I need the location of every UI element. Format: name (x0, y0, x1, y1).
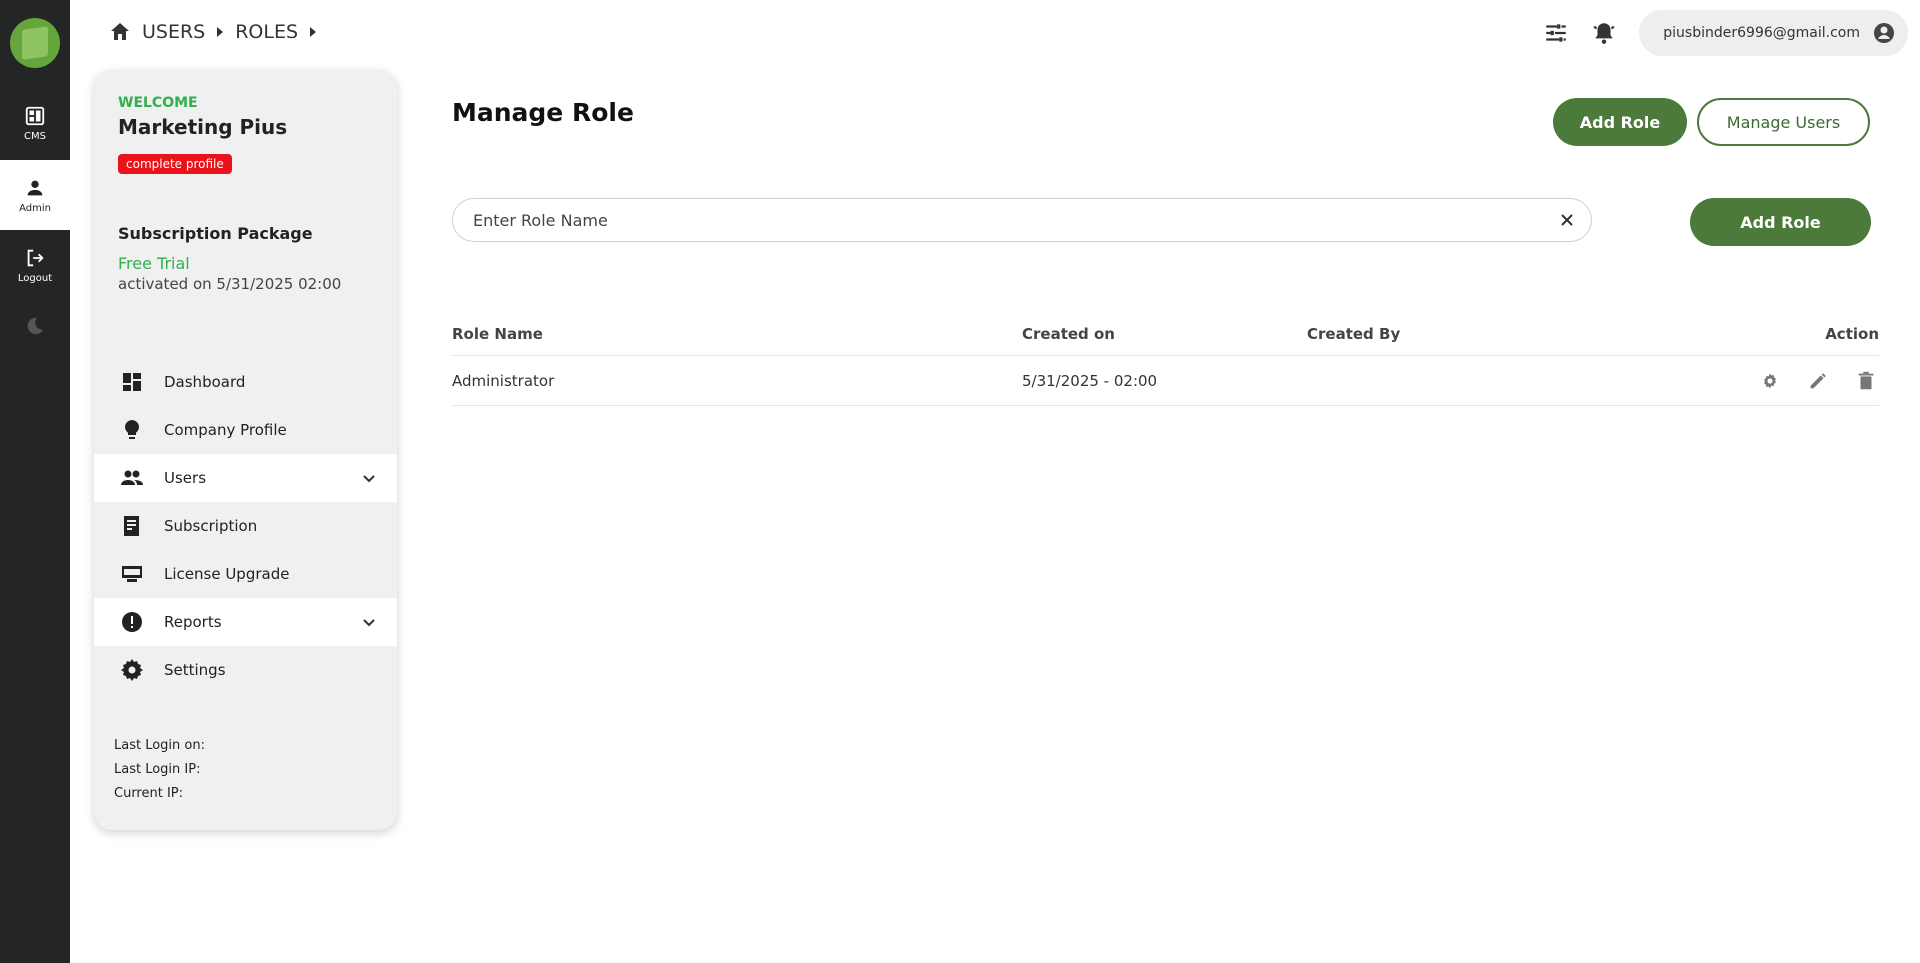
logout-icon (27, 249, 44, 266)
chevron-down-icon[interactable] (361, 615, 377, 631)
subscription-plan: Free Trial (118, 254, 190, 273)
cms-icon (25, 106, 45, 125)
home-icon[interactable] (108, 20, 132, 44)
account-menu[interactable]: piusbinder6996@gmail.com (1639, 10, 1908, 56)
complete-profile-badge[interactable]: complete profile (118, 154, 232, 174)
chevron-right-icon (310, 27, 317, 37)
add-role-submit-button[interactable]: Add Role (1690, 198, 1871, 246)
sidebar-panel: WELCOME Marketing Pius complete profile … (94, 70, 397, 830)
notification-bell-icon[interactable] (1591, 20, 1617, 46)
sidebar-item-reports[interactable]: Reports (94, 598, 397, 646)
sidebar-item-subscription[interactable]: Subscription (94, 502, 397, 550)
breadcrumb: USERS ROLES (108, 20, 328, 44)
receipt-icon (124, 516, 139, 536)
sidebar-item-users[interactable]: Users (94, 454, 397, 502)
top-right-controls: piusbinder6996@gmail.com (1543, 10, 1908, 56)
sliders-icon[interactable] (1543, 20, 1569, 46)
subscription-title: Subscription Package (118, 224, 313, 243)
add-role-button[interactable]: Add Role (1553, 98, 1687, 146)
cell-created-on: 5/31/2025 - 02:00 (1022, 371, 1158, 390)
breadcrumb-roles[interactable]: ROLES (235, 21, 298, 43)
row-actions (1707, 370, 1879, 392)
rail-label-cms: CMS (24, 130, 46, 142)
current-ip: Current IP: (114, 786, 184, 801)
rail-item-admin[interactable]: Admin (0, 160, 70, 230)
sidebar-item-license-upgrade[interactable]: License Upgrade (94, 550, 397, 598)
top-bar: USERS ROLES piusbinder6996@gmail.com (70, 0, 1920, 66)
subscription-activated: activated on 5/31/2025 02:00 (118, 275, 342, 293)
cell-role-name: Administrator (452, 371, 555, 390)
gear-icon[interactable] (1759, 370, 1781, 392)
app-logo[interactable] (10, 18, 60, 68)
login-info: Last Login on: Last Login IP: Current IP… (114, 734, 205, 806)
page-title: Manage Role (452, 98, 634, 127)
dashboard-icon (123, 373, 141, 391)
role-name-search (452, 198, 1592, 242)
sidebar-menu: Dashboard Company Profile Users Subscrip… (94, 358, 397, 694)
gear-icon (121, 659, 143, 681)
app-rail: CMS Admin Logout (0, 0, 70, 963)
sidebar-item-label: License Upgrade (164, 565, 290, 583)
person-icon (27, 180, 43, 195)
header-role-name: Role Name (452, 324, 543, 343)
table-row: Administrator 5/31/2025 - 02:00 (452, 356, 1879, 406)
account-email: piusbinder6996@gmail.com (1663, 25, 1860, 41)
user-name: Marketing Pius (118, 115, 288, 139)
chevron-right-icon (217, 27, 224, 37)
table-header: Role Name Created on Created By Action (452, 312, 1879, 356)
sidebar-item-label: Reports (164, 613, 222, 631)
moon-icon[interactable] (24, 315, 46, 337)
sidebar-item-settings[interactable]: Settings (94, 646, 397, 694)
close-icon[interactable] (1557, 210, 1577, 230)
header-created-by: Created By (1307, 324, 1401, 343)
trash-icon[interactable] (1855, 370, 1877, 392)
header-created-on: Created on (1022, 324, 1115, 343)
people-icon (121, 470, 143, 485)
chevron-down-icon[interactable] (361, 471, 377, 487)
rail-label-admin: Admin (19, 202, 51, 214)
sidebar-item-label: Subscription (164, 517, 258, 535)
sidebar-item-label: Users (164, 469, 207, 487)
sidebar-item-label: Settings (164, 661, 226, 679)
sidebar-item-dashboard[interactable]: Dashboard (94, 358, 397, 406)
role-name-input[interactable] (473, 210, 1557, 230)
rail-item-cms[interactable]: CMS (0, 88, 70, 158)
sidebar-item-company-profile[interactable]: Company Profile (94, 406, 397, 454)
sidebar-item-label: Company Profile (164, 421, 287, 439)
card-icon (122, 566, 142, 582)
welcome-label: WELCOME (118, 95, 198, 111)
lightbulb-icon (125, 420, 139, 439)
last-login-on: Last Login on: (114, 738, 205, 753)
account-circle-icon (1874, 23, 1894, 43)
roles-table: Role Name Created on Created By Action A… (452, 312, 1879, 406)
edit-pencil-icon[interactable] (1807, 370, 1829, 392)
rail-label-logout: Logout (17, 272, 53, 284)
rail-item-logout[interactable]: Logout (0, 230, 70, 300)
breadcrumb-users[interactable]: USERS (142, 21, 205, 43)
sidebar-item-label: Dashboard (164, 373, 246, 391)
manage-users-button[interactable]: Manage Users (1697, 98, 1870, 146)
last-login-ip: Last Login IP: (114, 762, 201, 777)
header-action: Action (1825, 324, 1879, 343)
alert-icon (122, 612, 142, 632)
